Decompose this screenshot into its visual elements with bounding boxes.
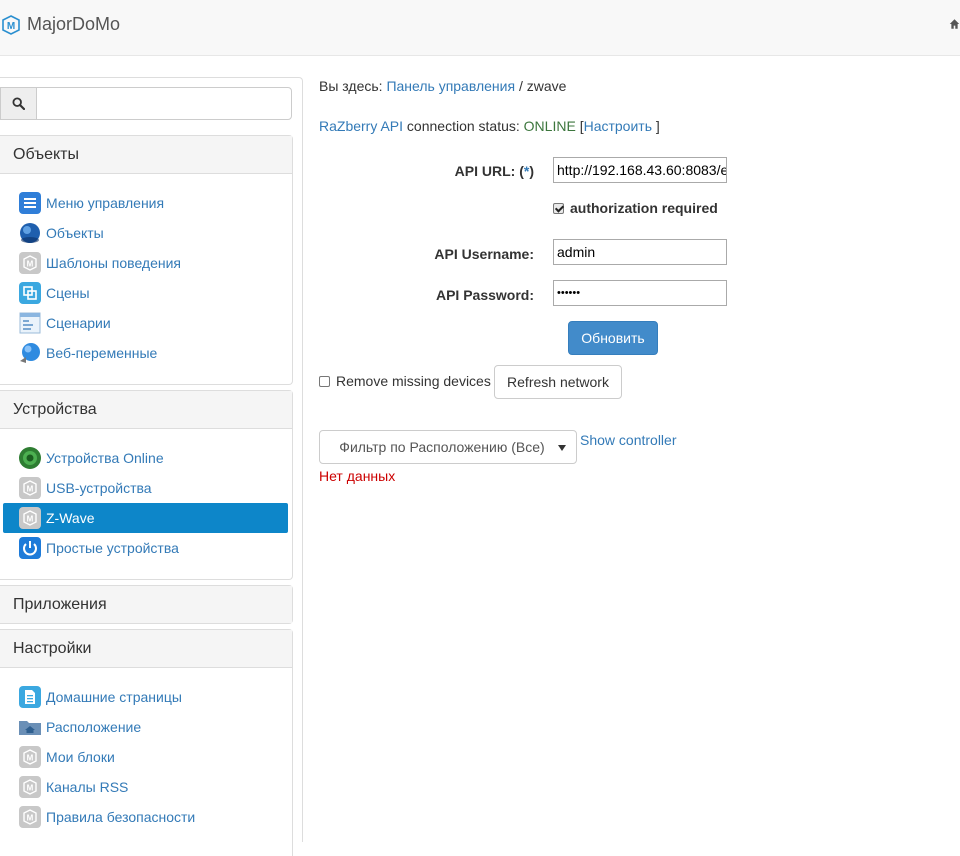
svg-text:M: M: [27, 784, 34, 793]
panel-objects: Объекты Меню управления Объекты M Шаблон…: [0, 135, 293, 385]
empty-message: Нет данных: [319, 468, 396, 484]
module-placeholder-icon: M: [19, 776, 41, 798]
majordomo-logo-icon: M: [2, 14, 20, 35]
sidebar: Объекты Меню управления Объекты M Шаблон…: [0, 77, 303, 856]
main-content: Вы здесь: Панель управления / zwave RaZb…: [319, 0, 960, 841]
module-placeholder-icon: M: [19, 477, 41, 499]
api-url-input[interactable]: http://192.168.43.60:8083/e: [553, 157, 727, 183]
online-status-icon: [19, 447, 41, 469]
breadcrumb: Вы здесь: Панель управления / zwave: [319, 78, 567, 94]
remove-missing-label: Remove missing devices: [336, 373, 491, 389]
svg-text:M: M: [27, 754, 34, 763]
globe-icon: [20, 223, 40, 243]
brand-name: MajorDoMo: [27, 14, 121, 34]
sidebar-item-web-variables[interactable]: Веб-переменные: [3, 338, 288, 368]
location-filter-value: Фильтр по Расположению (Все): [339, 439, 545, 455]
breadcrumb-control-panel-link[interactable]: Панель управления: [386, 78, 515, 94]
search-icon: [12, 97, 25, 110]
svg-text:M: M: [27, 485, 34, 494]
sidebar-item-devices-online[interactable]: Устройства Online: [3, 443, 288, 473]
auth-required-label: authorization required: [570, 200, 718, 216]
panel-heading-devices[interactable]: Устройства: [0, 391, 292, 429]
sidebar-item-location[interactable]: Расположение: [3, 712, 288, 742]
brand-link[interactable]: M MajorDoMo: [2, 14, 120, 35]
sidebar-search: [0, 87, 292, 120]
settings-link[interactable]: Настроить: [584, 118, 652, 134]
password-input[interactable]: ••••••: [553, 280, 727, 306]
search-input[interactable]: [36, 87, 292, 120]
sidebar-item-behavior-templates[interactable]: M Шаблоны поведения: [3, 248, 288, 278]
module-placeholder-icon: M: [19, 507, 41, 529]
sidebar-item-scripts[interactable]: Сценарии: [3, 308, 288, 338]
scripts-icon: [19, 312, 41, 334]
svg-text:M: M: [27, 260, 34, 269]
module-placeholder-icon: M: [19, 806, 41, 828]
sidebar-item-security-rules[interactable]: M Правила безопасности: [3, 802, 288, 832]
panel-heading-settings[interactable]: Настройки: [0, 630, 292, 668]
razberry-api-link[interactable]: RaZberry API: [319, 118, 403, 134]
panel-applications: Приложения: [0, 585, 293, 624]
sidebar-item-scenes[interactable]: Сцены: [3, 278, 288, 308]
folder-home-icon: [19, 721, 41, 735]
svg-text:M: M: [7, 21, 15, 32]
module-placeholder-icon: M: [19, 746, 41, 768]
location-filter-select[interactable]: Фильтр по Расположению (Все): [319, 430, 577, 464]
sidebar-item-rss-channels[interactable]: M Каналы RSS: [3, 772, 288, 802]
breadcrumb-current: zwave: [526, 78, 567, 94]
document-icon: [19, 686, 41, 708]
auth-required-checkbox[interactable]: [553, 202, 564, 214]
remove-missing-checkbox[interactable]: [319, 375, 330, 387]
sidebar-item-my-blocks[interactable]: M Мои блоки: [3, 742, 288, 772]
sidebar-item-control-menu[interactable]: Меню управления: [3, 188, 288, 218]
update-button[interactable]: Обновить: [568, 321, 658, 355]
show-controller-link[interactable]: Show controller: [580, 432, 677, 448]
power-icon: [19, 537, 41, 559]
sidebar-item-objects[interactable]: Объекты: [3, 218, 288, 248]
panel-heading-objects[interactable]: Объекты: [0, 136, 292, 174]
search-addon[interactable]: [0, 87, 36, 120]
remove-missing-row: Remove missing devices: [319, 373, 491, 389]
username-label: API Username:: [434, 246, 534, 262]
web-globe-icon: [20, 343, 40, 363]
caret-down-icon: [558, 445, 566, 451]
api-url-label: API URL: (*): [454, 163, 534, 179]
sidebar-item-z-wave[interactable]: M Z-Wave: [3, 503, 288, 533]
module-placeholder-icon: M: [19, 252, 41, 274]
username-input[interactable]: admin: [553, 239, 727, 265]
panel-body-devices: Устройства Online M USB-устройства M Z-W…: [0, 429, 292, 579]
svg-text:M: M: [27, 515, 34, 524]
svg-text:M: M: [27, 814, 34, 823]
refresh-network-button[interactable]: Refresh network: [494, 365, 622, 399]
panel-body-settings: Домашние страницы Расположение M Мои бло…: [0, 668, 292, 856]
panel-body-objects: Меню управления Объекты M Шаблоны поведе…: [0, 174, 292, 384]
sidebar-item-simple-devices[interactable]: Простые устройства: [3, 533, 288, 563]
panel-devices: Устройства Устройства Online M USB-устро…: [0, 390, 293, 580]
sidebar-item-usb-devices[interactable]: M USB-устройства: [3, 473, 288, 503]
list-menu-icon: [19, 192, 41, 214]
panel-heading-applications[interactable]: Приложения: [0, 586, 292, 623]
panel-settings: Настройки Домашние страницы Расположение…: [0, 629, 293, 856]
password-label: API Password:: [435, 287, 534, 303]
scenes-icon: [19, 282, 41, 304]
sidebar-item-home-pages[interactable]: Домашние страницы: [3, 682, 288, 712]
connection-status: RaZberry API connection status: ONLINE […: [319, 118, 660, 134]
status-value: ONLINE: [523, 118, 576, 134]
